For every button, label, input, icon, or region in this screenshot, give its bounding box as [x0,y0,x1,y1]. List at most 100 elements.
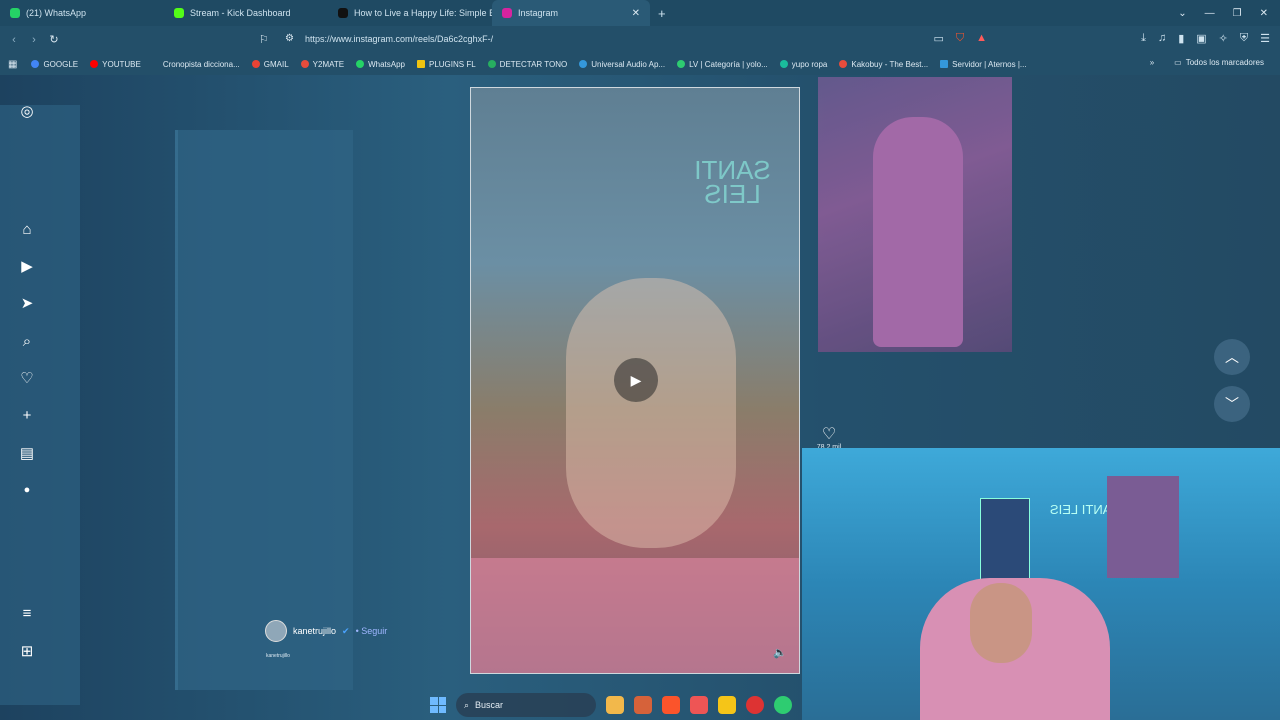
youtube-icon [90,60,99,68]
vpn-icon[interactable]: ⛨ [1240,32,1248,45]
search-icon[interactable]: ⌕ [17,331,37,351]
windows-start-icon[interactable] [430,697,446,713]
folder-icon: ▭ [1174,58,1182,67]
webcam-poster-right [1107,476,1179,578]
menu-icon[interactable]: ☰ [1260,32,1270,45]
tab-happy-life[interactable]: How to Live a Happy Life: Simple Eve [328,0,492,26]
video-subject [566,278,736,548]
more-menu-icon[interactable]: ≡ [17,603,37,623]
notifications-icon[interactable]: ♡ [17,368,37,388]
audio-label[interactable]: kanetrujillo [266,653,290,659]
also-from-meta-icon[interactable]: ⊞ [17,641,37,661]
tab-whatsapp[interactable]: (21) WhatsApp [0,0,164,26]
wallet-icon[interactable]: ▣ [1196,32,1206,45]
like-icon[interactable]: ♡ [814,424,844,444]
bookmark-lv[interactable]: LV | Categoría | yolo... [671,60,774,69]
bookmark-y2mate[interactable]: Y2MATE [295,60,350,69]
reel-actions: ♡ 78,2 mil [814,424,844,451]
bookmark-whatsapp[interactable]: WhatsApp [350,60,411,69]
google-icon [31,60,40,68]
store-icon[interactable] [690,696,708,714]
more-bookmarks-icon[interactable]: » [1150,58,1154,67]
bookmark-google[interactable]: GOOGLE [25,60,84,69]
reels-icon[interactable]: ▶ [17,256,37,276]
instagram-logo-icon[interactable]: ◎ [17,101,37,121]
dashboard-icon[interactable]: ▤ [17,443,37,463]
bookmark-cronopista[interactable]: Cronopista dicciona... [157,60,246,69]
author-username[interactable]: kanetrujillo [293,626,336,636]
messages-icon[interactable]: ➤ [17,293,37,313]
create-icon[interactable]: + [17,405,37,425]
bookmark-icon[interactable]: ⚐ [259,33,269,46]
follow-button[interactable]: • Seguir [356,626,388,636]
brave-shield-icon[interactable]: ⛉ [956,32,964,45]
play-icon[interactable]: ▶ [614,358,658,402]
bookmark-label: LV | Categoría | yolo... [689,59,768,69]
bookmark-plugins[interactable]: PLUGINS FL [411,60,482,69]
bookmark-label: WhatsApp [368,59,405,69]
verified-icon: ✔ [342,625,350,636]
download-icon[interactable]: ⤓ [1141,32,1146,45]
bookmark-label: Kakobuy - The Best... [851,59,929,69]
back-icon[interactable]: ‹ [4,34,24,46]
all-bookmarks[interactable]: ▭ Todos los marcadores [1168,58,1270,67]
url-field[interactable]: https://www.instagram.com/reels/Da6c2cgh… [305,34,493,44]
volume-icon[interactable]: 🔈 [773,646,787,659]
tab-kick[interactable]: Stream - Kick Dashboard [164,0,328,26]
new-tab-button[interactable]: + [650,6,674,21]
app-icon[interactable] [774,696,792,714]
webcam-poster-left [980,498,1030,583]
rewards-icon[interactable]: ▲ [976,32,987,45]
sidebar-icon[interactable]: ▮ [1178,32,1184,45]
tab-label: Stream - Kick Dashboard [190,8,291,18]
app-icon[interactable] [634,696,652,714]
close-icon[interactable]: ✕ [632,8,640,19]
bookmark-label: Universal Audio Ap... [591,59,666,69]
apps-icon[interactable]: ▦ [0,59,25,70]
chevron-down-icon[interactable]: ⌄ [1178,8,1186,19]
previous-reel-icon[interactable]: ︿ [1214,339,1250,375]
file-explorer-icon[interactable] [606,696,624,714]
bookmark-aternos[interactable]: Servidor | Aternos |... [934,60,1032,69]
search-placeholder: Buscar [475,700,504,710]
bookmark-kakobuy[interactable]: Kakobuy - The Best... [833,60,934,69]
music-icon[interactable]: ♫ [1158,32,1166,45]
bookmarks-right: » ▭ Todos los marcadores [1150,58,1270,67]
bookmark-detectar-tono[interactable]: DETECTAR TONO [482,60,574,69]
bookmarks-bar: ▦ GOOGLE YOUTUBE Cronopista dicciona... … [0,53,1280,75]
reel-navigation: ︿ ﹀ [1214,339,1250,433]
bookmark-label: yupo ropa [791,59,828,69]
profile-icon[interactable]: ● [17,480,37,500]
site-info-icon[interactable]: ⚙ [285,33,294,44]
taskbar-search[interactable]: ⌕ Buscar [456,693,596,717]
bookmark-yupo[interactable]: yupo ropa [774,60,834,69]
reel-video[interactable]: SANTI LEIS ▶ 🔈 [470,87,800,674]
cast-icon[interactable]: ▭ [934,32,944,45]
bookmark-gmail[interactable]: GMAIL [246,60,295,69]
avatar[interactable] [265,620,287,642]
reel-author: kanetrujillo ✔ • Seguir [265,620,387,642]
tab-label: How to Live a Happy Life: Simple Eve [354,8,492,18]
next-reel-icon[interactable]: ﹀ [1214,386,1250,422]
whatsapp-icon [10,8,20,18]
close-window-icon[interactable]: ✕ [1260,8,1268,19]
bookmark-label: Servidor | Aternos |... [952,59,1027,69]
leo-icon[interactable]: ✧ [1219,32,1228,45]
video-subject-shirt [471,558,799,673]
address-bar: ‹ › ↻ ⚐ ⚙ https://www.instagram.com/reel… [0,26,1280,53]
home-icon[interactable]: ⌂ [17,219,37,239]
bookmark-universal-audio[interactable]: Universal Audio Ap... [573,60,671,69]
reload-icon[interactable]: ↻ [44,33,64,46]
gmail-icon [251,60,260,68]
tab-instagram[interactable]: Instagram ✕ [492,0,650,26]
forward-icon[interactable]: › [24,34,44,46]
app-icon[interactable] [746,696,764,714]
toolbar-icons: ▭ ⛉ ▲ ⤓ ♫ ▮ ▣ ✧ ⛨ ☰ [934,32,1270,45]
minimize-icon[interactable]: — [1205,8,1215,19]
maximize-icon[interactable]: ❐ [1233,8,1242,19]
brave-icon[interactable] [662,696,680,714]
poster-figure [873,117,963,347]
background-door [175,130,353,690]
bookmark-youtube[interactable]: YOUTUBE [84,60,147,69]
sticky-notes-icon[interactable] [718,696,736,714]
